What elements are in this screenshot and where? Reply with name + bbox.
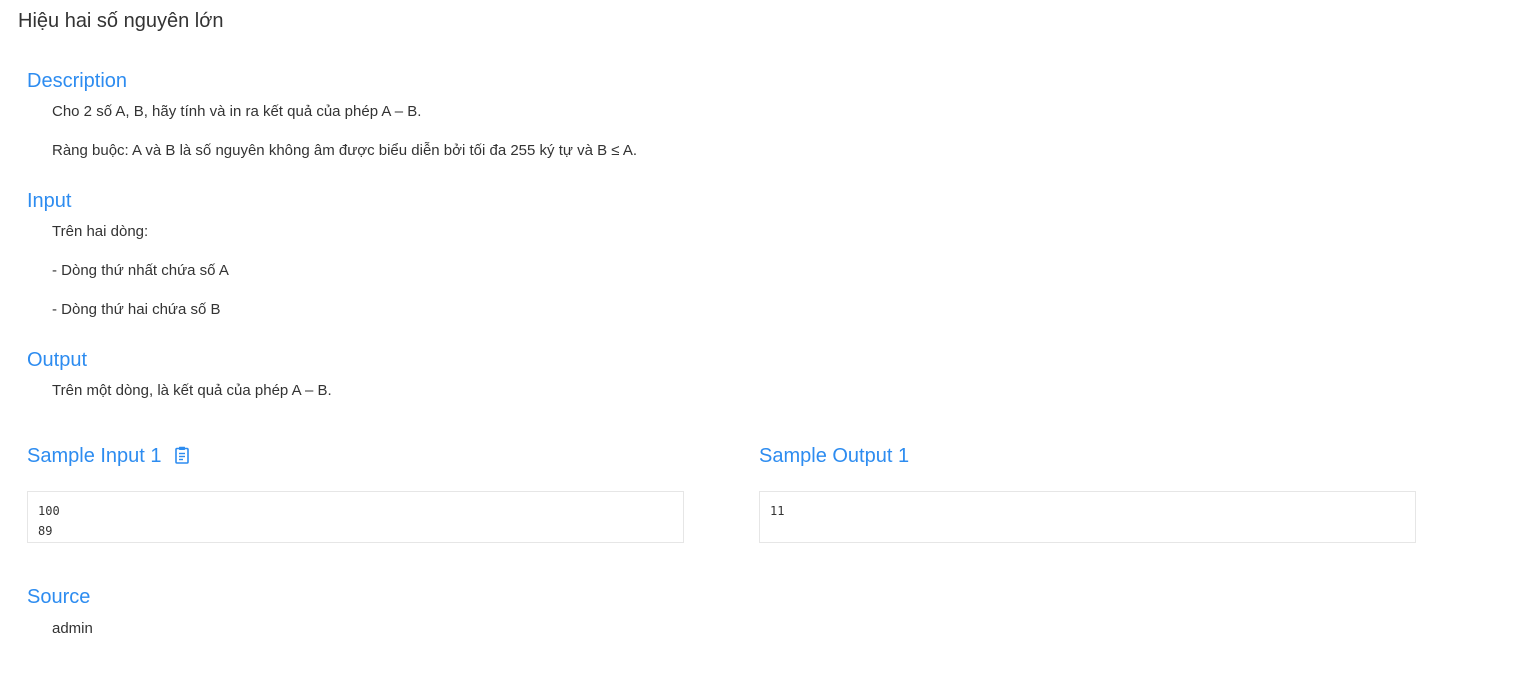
sample-input-heading: Sample Input 1 [27, 444, 190, 468]
source-value: admin [52, 620, 93, 637]
description-line-2: Ràng buộc: A và B là số nguyên không âm … [52, 142, 638, 159]
page-title: Hiệu hai số nguyên lớn [18, 10, 224, 32]
clipboard-icon[interactable] [174, 446, 190, 464]
description-heading: Description [27, 70, 128, 92]
sample-output-heading: Sample Output 1 [759, 445, 910, 467]
input-line-1: Trên hai dòng: [52, 223, 149, 240]
sample-input-box[interactable]: 100 89 [27, 491, 684, 543]
output-heading: Output [27, 349, 88, 371]
input-line-2: - Dòng thứ nhất chứa số A [52, 262, 229, 279]
sample-input-label: Sample Input 1 [27, 445, 162, 467]
sample-output-box[interactable]: 11 [759, 491, 1416, 543]
description-line-1: Cho 2 số A, B, hãy tính và in ra kết quả… [52, 103, 422, 120]
output-line-1: Trên một dòng, là kết quả của phép A – B… [52, 382, 332, 399]
source-heading: Source [27, 586, 91, 608]
input-heading: Input [27, 190, 72, 212]
input-line-3: - Dòng thứ hai chứa số B [52, 301, 221, 318]
